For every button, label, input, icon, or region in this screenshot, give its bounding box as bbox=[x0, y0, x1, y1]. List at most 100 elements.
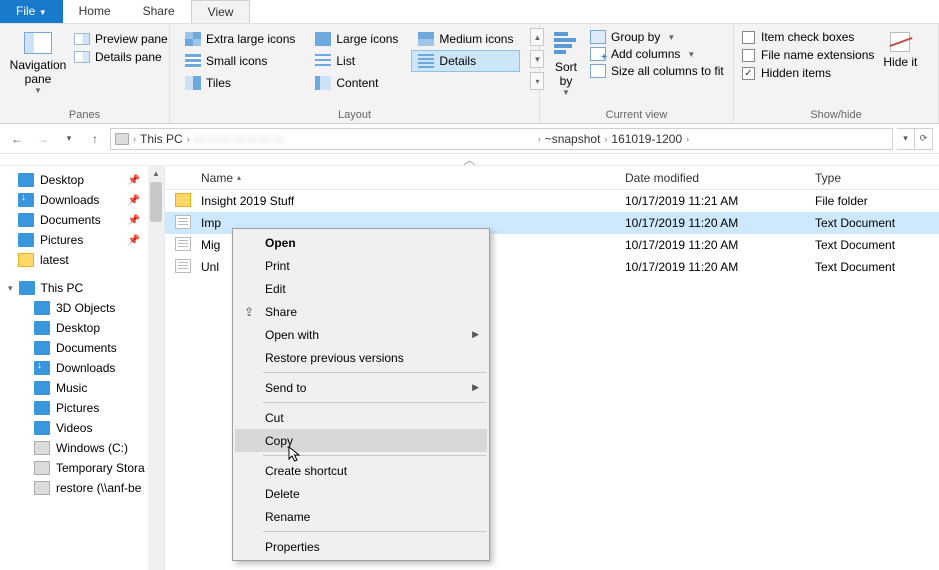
tree-videos[interactable]: Videos bbox=[0, 418, 164, 438]
item-check-boxes-toggle[interactable]: Item check boxes bbox=[742, 30, 874, 44]
details-pane-toggle[interactable]: Details pane bbox=[74, 50, 168, 64]
sort-by-button[interactable]: Sort by ▼ bbox=[548, 28, 584, 101]
breadcrumb-obscured[interactable]: ——————— bbox=[194, 132, 534, 146]
ctx-send-to[interactable]: Send to▶ bbox=[235, 376, 487, 399]
layout-tiles[interactable]: Tiles bbox=[178, 72, 302, 94]
ctx-share[interactable]: ⇪Share bbox=[235, 300, 487, 323]
breadcrumb-this-pc[interactable]: This PC bbox=[140, 132, 183, 146]
file-date: 10/17/2019 11:20 AM bbox=[615, 260, 805, 274]
navigation-pane-button[interactable]: Navigation pane ▼ bbox=[8, 28, 68, 99]
tree-documents[interactable]: Documents📌 bbox=[0, 210, 164, 230]
column-date-modified[interactable]: Date modified bbox=[615, 166, 805, 189]
tree-restore-network[interactable]: restore (\\anf-be bbox=[0, 478, 164, 498]
ctx-properties[interactable]: Properties bbox=[235, 535, 487, 558]
file-row[interactable]: Insight 2019 Stuff 10/17/2019 11:21 AM F… bbox=[165, 190, 939, 212]
pin-icon: 📌 bbox=[128, 215, 140, 226]
scroll-up-icon[interactable]: ▲ bbox=[150, 166, 162, 180]
folder-icon bbox=[18, 253, 34, 267]
layout-small-icons[interactable]: Small icons bbox=[178, 50, 302, 72]
tree-scrollbar[interactable]: ▲ bbox=[148, 166, 164, 570]
ctx-print[interactable]: Print bbox=[235, 254, 487, 277]
scroll-thumb[interactable] bbox=[150, 182, 162, 222]
size-columns-fit-button[interactable]: Size all columns to fit bbox=[590, 64, 724, 78]
checkbox-checked-icon: ✓ bbox=[742, 67, 755, 80]
ctx-open[interactable]: Open bbox=[235, 231, 487, 254]
ctx-edit[interactable]: Edit bbox=[235, 277, 487, 300]
chevron-right-icon: › bbox=[185, 134, 192, 144]
group-by-button[interactable]: Group by▼ bbox=[590, 30, 724, 44]
tree-downloads-2[interactable]: Downloads bbox=[0, 358, 164, 378]
tree-temporary-storage[interactable]: Temporary Stora bbox=[0, 458, 164, 478]
chevron-down-icon: ▼ bbox=[687, 50, 695, 59]
downloads-icon bbox=[18, 193, 34, 207]
fit-columns-icon bbox=[590, 64, 606, 78]
preview-pane-toggle[interactable]: Preview pane bbox=[74, 32, 168, 46]
tree-latest[interactable]: latest bbox=[0, 250, 164, 270]
up-button[interactable]: ↑ bbox=[84, 128, 106, 150]
tree-3d-objects[interactable]: 3D Objects bbox=[0, 298, 164, 318]
tiles-icon bbox=[185, 76, 201, 90]
column-type[interactable]: Type bbox=[805, 166, 935, 189]
preview-pane-icon bbox=[74, 33, 90, 45]
text-document-icon bbox=[175, 259, 191, 273]
breadcrumb-snapshot[interactable]: ~snapshot bbox=[545, 132, 601, 146]
tree-windows-c[interactable]: Windows (C:) bbox=[0, 438, 164, 458]
tree-music[interactable]: Music bbox=[0, 378, 164, 398]
ctx-delete[interactable]: Delete bbox=[235, 482, 487, 505]
layout-details[interactable]: Details bbox=[411, 50, 520, 72]
refresh-button[interactable]: ⟳ bbox=[915, 128, 933, 150]
documents-icon bbox=[18, 213, 34, 227]
tree-downloads[interactable]: Downloads📌 bbox=[0, 190, 164, 210]
group-label-show-hide: Show/hide bbox=[742, 107, 930, 121]
layout-content[interactable]: Content bbox=[308, 72, 405, 94]
drive-icon bbox=[115, 133, 129, 145]
address-bar[interactable]: › This PC › ——————— › ~snapshot › 161019… bbox=[110, 128, 893, 150]
column-name[interactable]: Name▴ bbox=[191, 166, 615, 189]
tab-view[interactable]: View bbox=[191, 0, 251, 23]
ctx-open-with[interactable]: Open with▶ bbox=[235, 323, 487, 346]
address-dropdown-button[interactable]: ▾ bbox=[897, 128, 915, 150]
group-label-current-view: Current view bbox=[548, 107, 725, 121]
file-name-extensions-toggle[interactable]: File name extensions bbox=[742, 48, 874, 62]
tree-this-pc[interactable]: ▾This PC bbox=[0, 278, 164, 298]
tab-home[interactable]: Home bbox=[63, 0, 127, 23]
navigation-tree: Desktop📌 Downloads📌 Documents📌 Pictures📌… bbox=[0, 166, 165, 570]
layout-list[interactable]: List bbox=[308, 50, 405, 72]
ctx-create-shortcut[interactable]: Create shortcut bbox=[235, 459, 487, 482]
column-icon[interactable] bbox=[165, 166, 191, 189]
tree-documents-2[interactable]: Documents bbox=[0, 338, 164, 358]
ctx-rename[interactable]: Rename bbox=[235, 505, 487, 528]
group-by-icon bbox=[590, 30, 606, 44]
back-button[interactable]: ← bbox=[6, 128, 28, 150]
tree-desktop-2[interactable]: Desktop bbox=[0, 318, 164, 338]
desktop-icon bbox=[34, 321, 50, 335]
tab-file[interactable]: File ▼ bbox=[0, 0, 63, 23]
ctx-restore-versions[interactable]: Restore previous versions bbox=[235, 346, 487, 369]
pin-icon: 📌 bbox=[128, 175, 140, 186]
chevron-down-icon: ▼ bbox=[562, 88, 570, 97]
hidden-items-toggle[interactable]: ✓Hidden items bbox=[742, 66, 874, 80]
tree-desktop[interactable]: Desktop📌 bbox=[0, 170, 164, 190]
ctx-cut[interactable]: Cut bbox=[235, 406, 487, 429]
recent-locations-button[interactable]: ▾ bbox=[58, 128, 80, 150]
tree-pictures-2[interactable]: Pictures bbox=[0, 398, 164, 418]
hide-selected-items-button[interactable]: Hide it bbox=[880, 28, 920, 73]
chevron-right-icon: › bbox=[684, 134, 691, 144]
hide-icon bbox=[890, 32, 910, 52]
tree-pictures[interactable]: Pictures📌 bbox=[0, 230, 164, 250]
ctx-copy[interactable]: Copy bbox=[235, 429, 487, 452]
add-columns-button[interactable]: Add columns▼ bbox=[590, 47, 724, 61]
ctx-separator bbox=[263, 531, 486, 532]
layout-large-icons[interactable]: Large icons bbox=[308, 28, 405, 50]
forward-button[interactable]: → bbox=[32, 128, 54, 150]
checkbox-icon bbox=[742, 49, 755, 62]
text-document-icon bbox=[175, 215, 191, 229]
drive-icon bbox=[34, 461, 50, 475]
layout-extra-large-icons[interactable]: Extra large icons bbox=[178, 28, 302, 50]
breadcrumb-timestamp[interactable]: 161019-1200 bbox=[611, 132, 682, 146]
layout-medium-icons[interactable]: Medium icons bbox=[411, 28, 520, 50]
expand-icon[interactable]: ▾ bbox=[8, 283, 13, 294]
tab-share[interactable]: Share bbox=[127, 0, 191, 23]
group-label-panes: Panes bbox=[8, 107, 161, 121]
file-date: 10/17/2019 11:20 AM bbox=[615, 216, 805, 230]
